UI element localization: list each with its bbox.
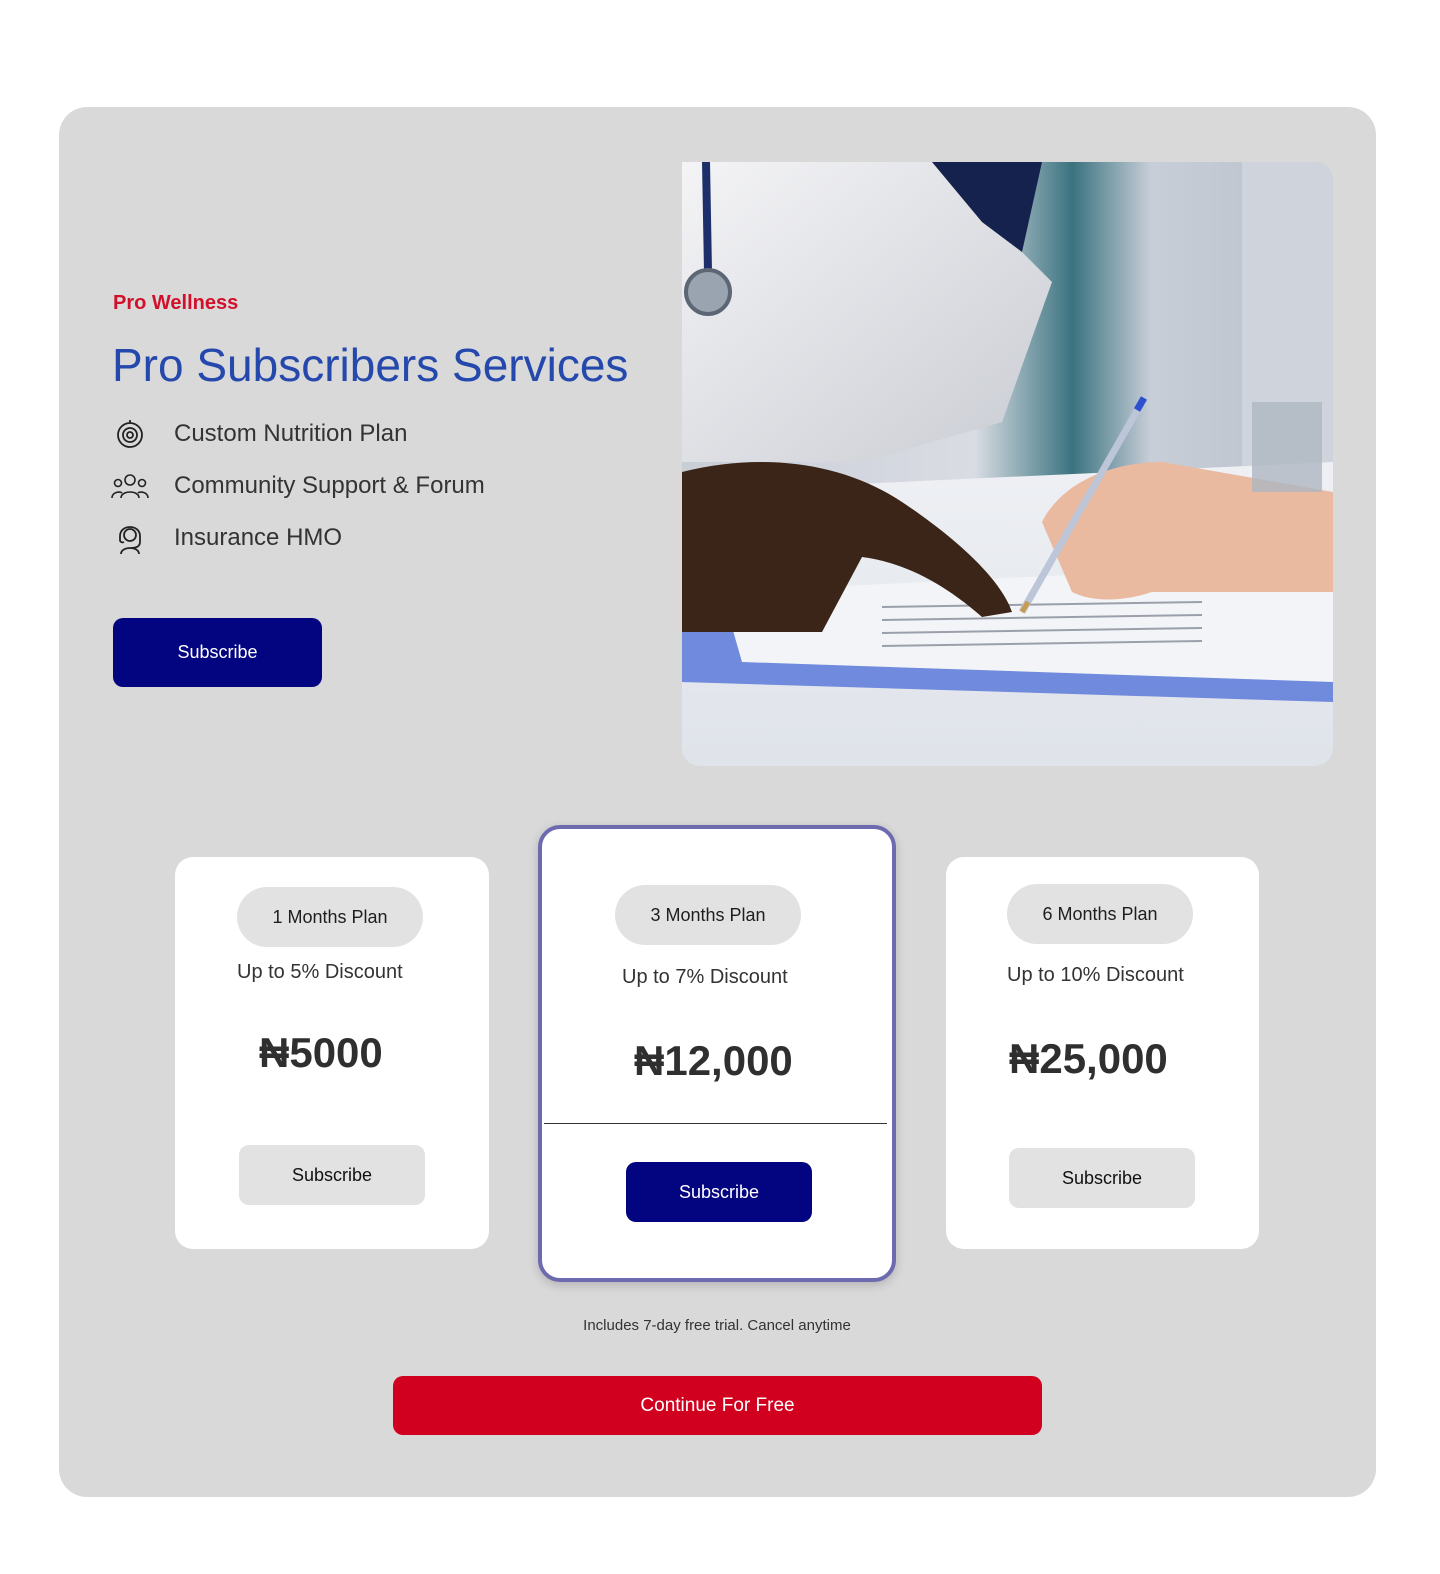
- support-headset-icon: [108, 516, 152, 560]
- feature-item-insurance: Insurance HMO: [108, 516, 342, 560]
- plan-discount: Up to 10% Discount: [1007, 964, 1184, 986]
- feature-item-nutrition: Custom Nutrition Plan: [108, 412, 407, 456]
- feature-label: Custom Nutrition Plan: [174, 420, 408, 447]
- feature-label: Community Support & Forum: [174, 472, 485, 499]
- feature-item-community: Community Support & Forum: [108, 464, 485, 508]
- hero-subscribe-button[interactable]: Subscribe: [113, 618, 322, 687]
- plan-price: ₦25,000: [1009, 1035, 1168, 1082]
- users-icon: [108, 464, 152, 508]
- plan-card-3-months: 3 Months Plan Up to 7% Discount ₦12,000 …: [538, 825, 896, 1282]
- trial-note: Includes 7-day free trial. Cancel anytim…: [583, 1317, 851, 1334]
- plan-subscribe-button[interactable]: Subscribe: [1009, 1148, 1195, 1208]
- plan-discount: Up to 5% Discount: [237, 961, 403, 983]
- feature-label: Insurance HMO: [174, 524, 343, 551]
- plan-price: ₦12,000: [634, 1037, 793, 1084]
- card-divider: [544, 1123, 887, 1124]
- continue-free-button[interactable]: Continue For Free: [393, 1376, 1042, 1435]
- plan-card-1-month: 1 Months Plan Up to 5% Discount ₦5000 Su…: [175, 857, 489, 1249]
- plan-subscribe-button[interactable]: Subscribe: [239, 1145, 425, 1205]
- plan-name-badge: 6 Months Plan: [1007, 884, 1193, 944]
- target-icon: [108, 412, 152, 456]
- plan-name-badge: 3 Months Plan: [615, 885, 801, 945]
- page-title: Pro Subscribers Services: [112, 339, 629, 391]
- eyebrow-label: Pro Wellness: [113, 292, 239, 314]
- plan-name-badge: 1 Months Plan: [237, 887, 423, 947]
- plan-card-6-months: 6 Months Plan Up to 10% Discount ₦25,000…: [946, 857, 1259, 1249]
- plan-price: ₦5000: [259, 1029, 383, 1076]
- plan-subscribe-button[interactable]: Subscribe: [626, 1162, 812, 1222]
- plan-discount: Up to 7% Discount: [622, 966, 788, 988]
- hero-photo-doctor-signing: [682, 162, 1333, 766]
